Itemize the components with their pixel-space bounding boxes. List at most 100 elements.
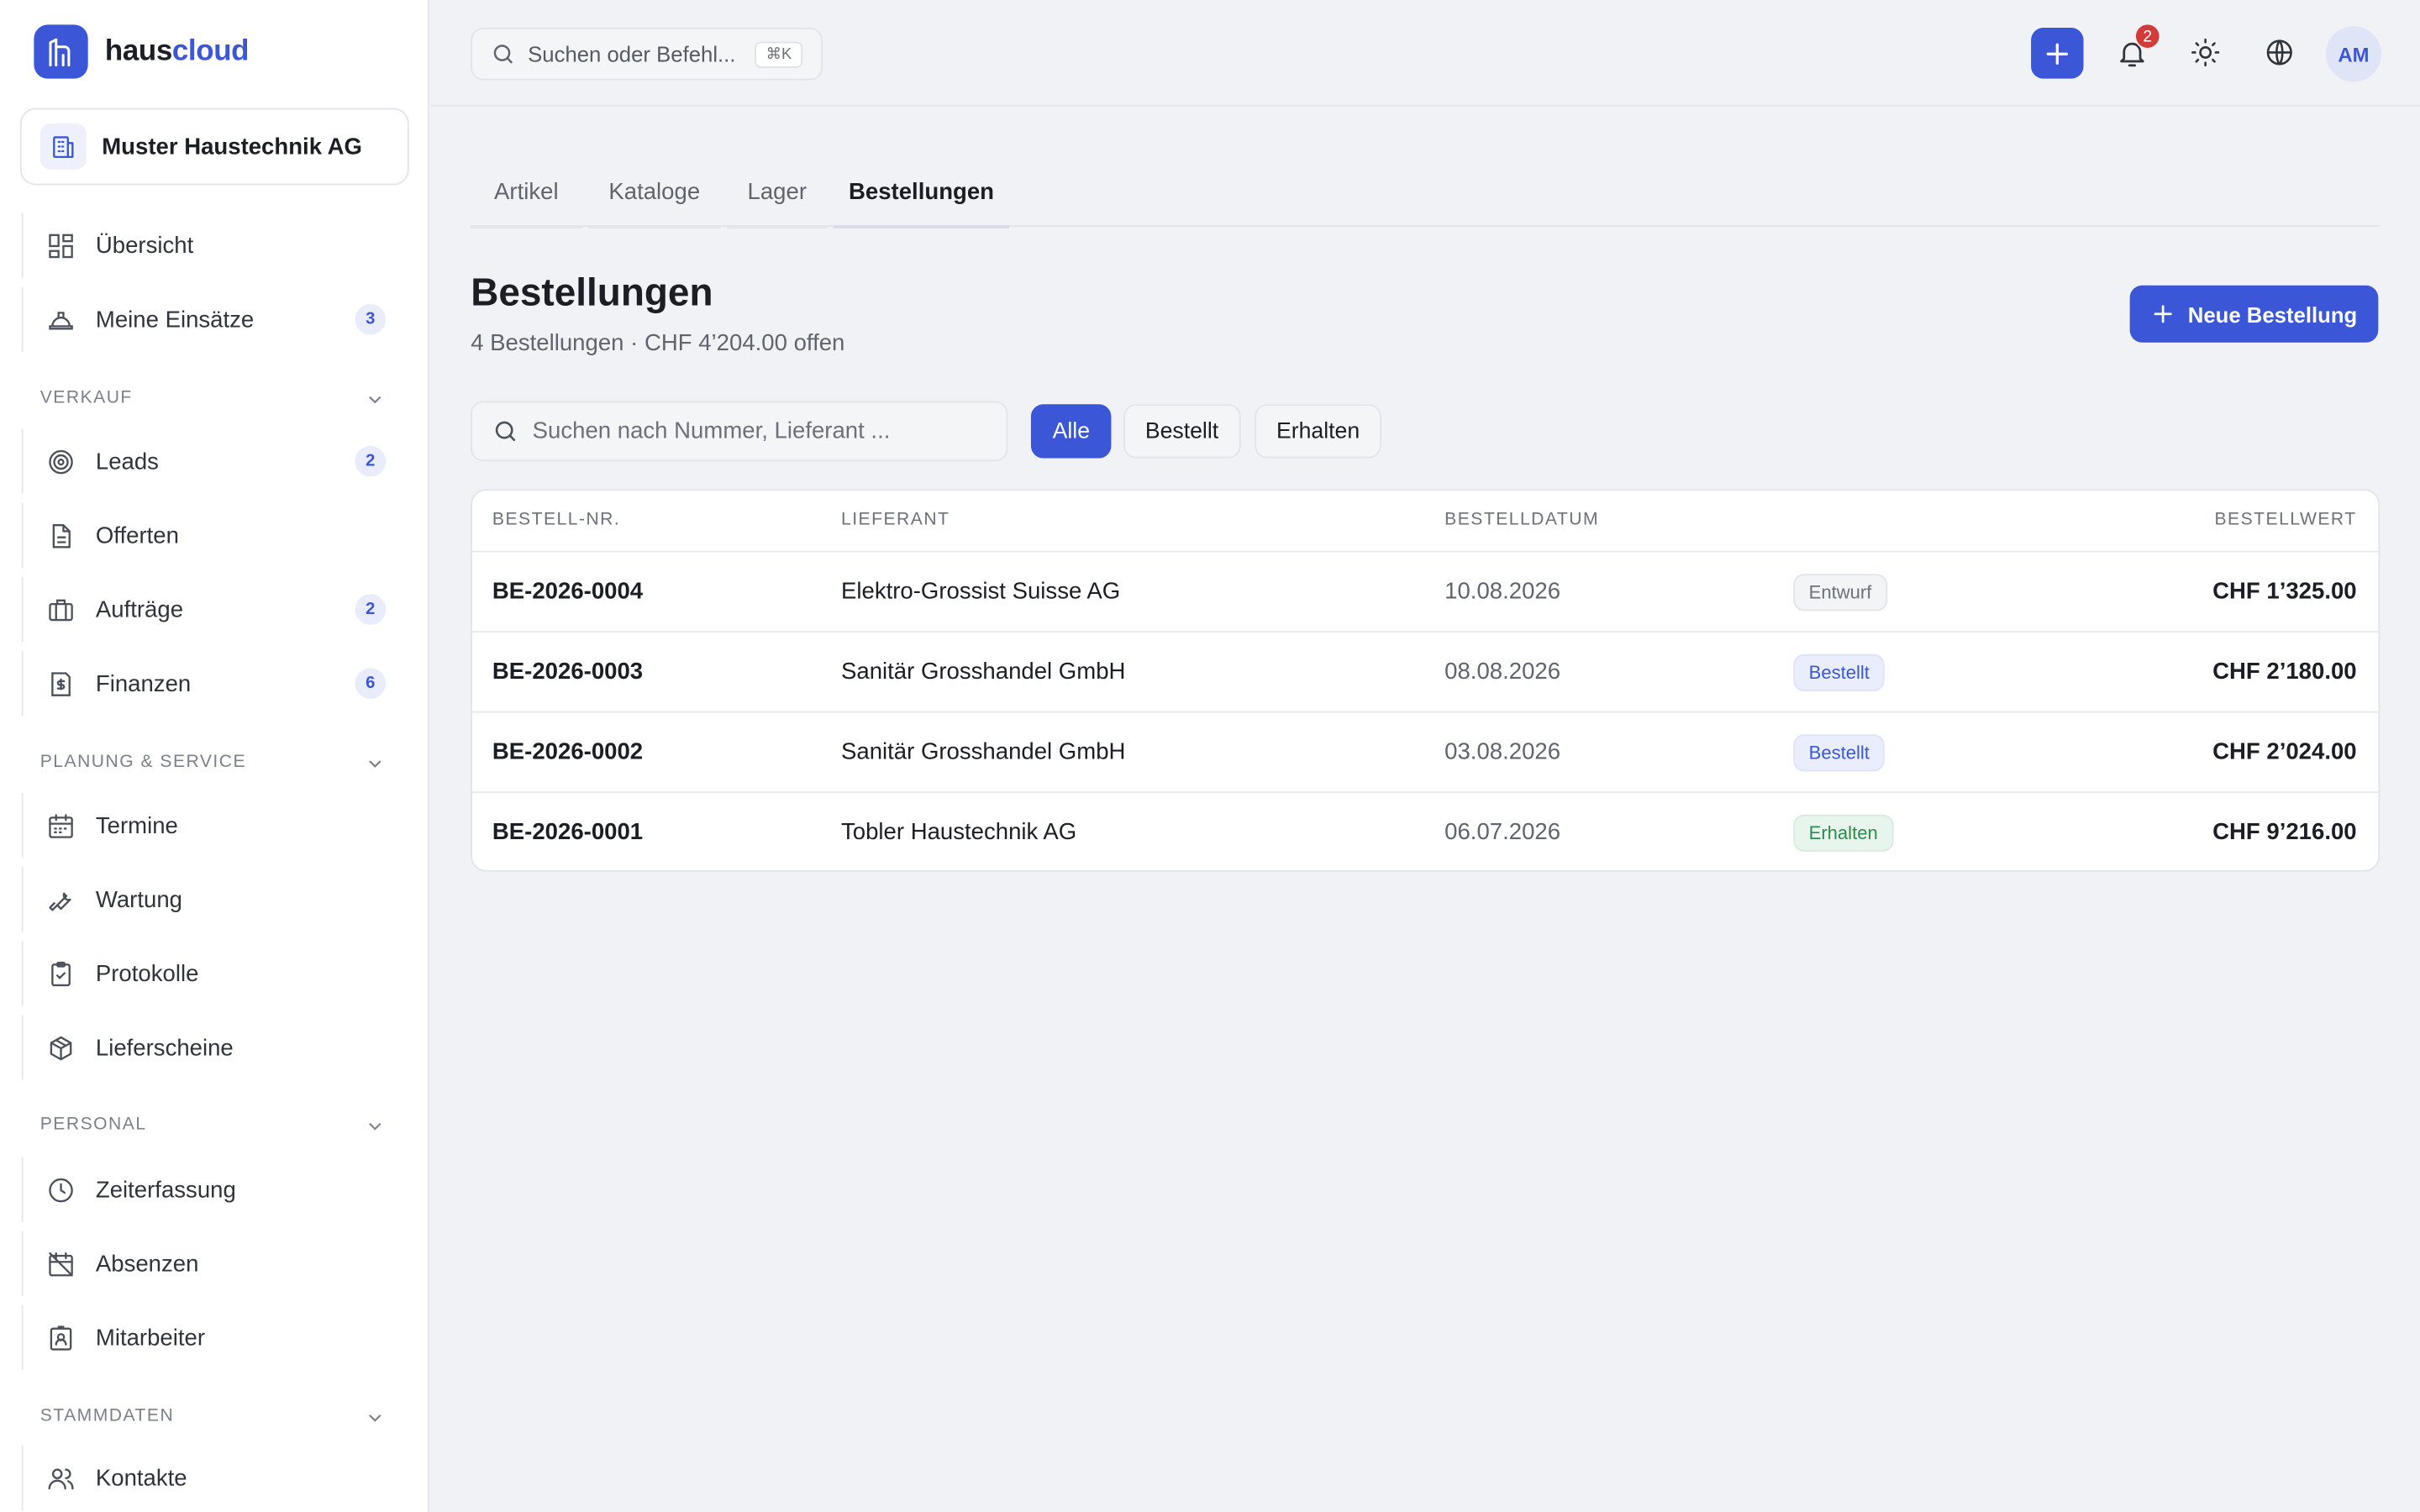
filter-bestellt[interactable]: Bestellt [1123,404,1240,459]
order-value: CHF 2’024.00 [2212,738,2357,766]
table-row[interactable]: BE-2026-0002 Sanitär Grosshandel GmbH 03… [472,713,2379,794]
chevron-down-icon[interactable] [364,1407,386,1429]
table-row[interactable]: BE-2026-0001 Tobler Haustechnik AG 06.07… [472,793,2378,870]
clipboard-check-icon [45,958,76,990]
sidebar-item-protokolle[interactable]: Protokolle [21,941,408,1006]
document-icon [45,520,76,551]
sidebar-item-absenzen[interactable]: Absenzen [21,1231,408,1296]
users-icon [45,1462,76,1494]
order-date: 03.08.2026 [1444,738,1561,766]
topbar: ⌘K 2 AM [430,0,2420,107]
brand-name: hauscloud [104,34,250,68]
filter-alle[interactable]: Alle [1030,404,1112,459]
order-date: 06.07.2026 [1444,819,1561,846]
sidebar-item-zeiterfassung[interactable]: Zeiterfassung [21,1157,408,1222]
plus-icon [2046,42,2068,65]
quick-add-button[interactable] [2031,28,2084,79]
sidebar-item-label: Meine Einsätze [95,306,255,333]
orders-table: Bestell-Nr. Lieferant Bestelldatum Beste… [471,489,2381,872]
section-label-planung-service: Planung & Service [39,753,247,772]
chevron-down-icon[interactable] [364,389,386,411]
wrench-icon [45,884,76,915]
language-button[interactable] [2261,34,2298,71]
target-icon [45,446,76,477]
chevron-down-icon[interactable] [364,1116,386,1137]
global-search-input[interactable] [528,41,752,66]
sidebar-item-finanzen[interactable]: Finanzen 6 [21,651,408,717]
theme-toggle-button[interactable] [2187,34,2224,71]
table-row[interactable]: BE-2026-0004 Elektro-Grossist Suisse AG … [472,553,2379,633]
sidebar-item-label: Protokolle [95,960,199,987]
column-header-value[interactable]: Bestellwert [2214,511,2356,529]
dashboard-icon [45,230,76,261]
sidebar-item-label: Leads [95,448,159,475]
column-header-supplier[interactable]: Lieferant [841,511,950,529]
tab-bestellungen[interactable]: Bestellungen [833,164,1010,228]
count-badge: 6 [355,668,387,700]
section-label-verkauf: Verkauf [39,388,133,407]
brand[interactable]: hauscloud [34,24,250,79]
building-icon [39,123,87,171]
sun-icon [2191,38,2220,67]
sidebar-item-offerten[interactable]: Offerten [21,502,408,568]
notification-count-badge: 2 [2134,23,2161,50]
sidebar-item-label: Offerten [95,522,179,549]
sidebar: hauscloud Muster Haustechnik AG Übersich… [0,0,429,1512]
table-row[interactable]: BE-2026-0003 Sanitär Grosshandel GmbH 08… [472,633,2379,713]
calendar-off-icon [45,1248,76,1279]
order-number: BE-2026-0001 [492,819,644,846]
order-number: BE-2026-0002 [492,738,644,766]
page-title: Bestellungen [471,271,713,315]
clock-icon [45,1174,76,1205]
id-badge-icon [45,1322,76,1353]
page-subtitle: 4 Bestellungen · CHF 4’204.00 offen [471,330,845,357]
invoice-icon [45,668,76,699]
sidebar-item-label: Termine [95,812,178,839]
sidebar-item-label: Finanzen [95,670,192,697]
status-badge: Entwurf [1793,574,1887,612]
plus-icon [2153,305,2172,323]
company-switcher[interactable]: Muster Haustechnik AG [19,108,409,186]
section-label-stammdaten: Stammdaten [39,1407,175,1426]
chevron-down-icon[interactable] [364,753,386,774]
sidebar-item-auftraege[interactable]: Aufträge 2 [21,576,408,643]
sidebar-item-label: Aufträge [95,596,184,623]
column-header-number[interactable]: Bestell-Nr. [492,511,620,529]
sidebar-item-lieferscheine[interactable]: Lieferscheine [21,1015,408,1080]
order-search-input[interactable] [532,417,981,444]
column-header-date[interactable]: Bestelldatum [1444,511,1599,529]
brand-name-part2: cloud [171,34,250,67]
status-badge: Bestellt [1793,654,1886,691]
sidebar-item-label: Zeiterfassung [95,1176,236,1203]
tab-lager[interactable]: Lager [727,164,828,228]
supplier-name: Sanitär Grosshandel GmbH [841,659,1126,685]
tab-bar: Artikel Kataloge Lager Bestellungen [471,164,2381,228]
hauscloud-logo-icon [34,24,88,79]
global-search[interactable]: ⌘K [471,28,823,81]
order-search[interactable] [471,401,1008,462]
sidebar-item-label: Kontakte [95,1464,187,1492]
sidebar-item-kontakte[interactable]: Kontakte [21,1445,408,1511]
status-badge: Bestellt [1793,734,1886,772]
briefcase-icon [45,594,76,625]
table-header: Bestell-Nr. Lieferant Bestelldatum Beste… [472,491,2379,553]
order-date: 08.08.2026 [1444,659,1561,685]
order-value: CHF 9’216.00 [2212,819,2357,846]
count-badge: 3 [355,303,387,335]
calendar-icon [45,810,76,841]
tab-artikel[interactable]: Artikel [471,164,582,228]
sidebar-item-mitarbeiter[interactable]: Mitarbeiter [21,1305,408,1370]
sidebar-item-wartung[interactable]: Wartung [21,867,408,932]
sidebar-item-leads[interactable]: Leads 2 [21,428,408,494]
order-value: CHF 1’325.00 [2212,578,2357,605]
user-avatar[interactable]: AM [2325,26,2382,82]
new-order-button[interactable]: Neue Bestellung [2129,285,2379,343]
filter-erhalten[interactable]: Erhalten [1255,404,1381,459]
sidebar-item-termine[interactable]: Termine [21,793,408,858]
sidebar-item-uebersicht[interactable]: Übersicht [21,213,408,278]
sidebar-item-meine-einsaetze[interactable]: Meine Einsätze 3 [21,286,408,352]
tab-kataloge[interactable]: Kataloge [587,164,721,228]
sidebar-item-label: Lieferscheine [95,1034,234,1061]
sidebar-item-label: Übersicht [95,232,194,259]
brand-name-part1: haus [104,34,172,67]
